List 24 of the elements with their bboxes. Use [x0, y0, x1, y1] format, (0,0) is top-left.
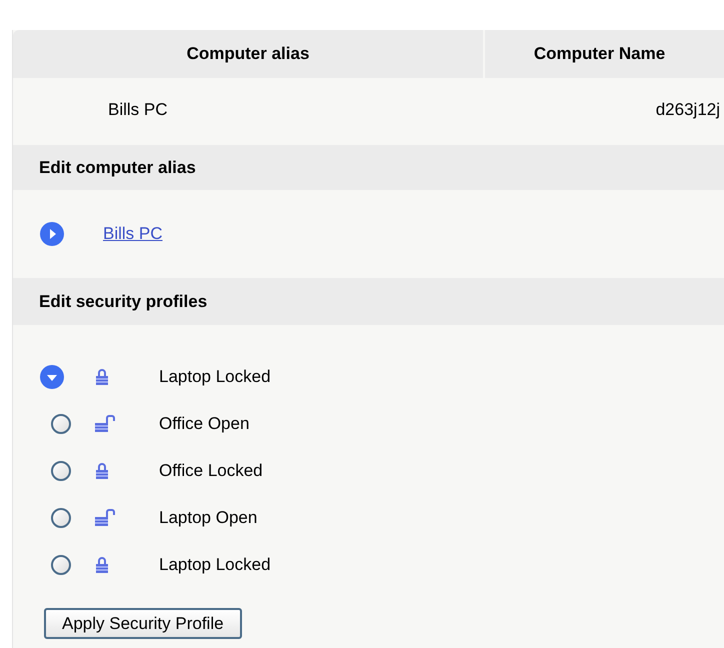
column-header: Computer alias [186, 43, 310, 66]
profile-label: Office Open [159, 412, 250, 435]
play-icon [39, 221, 65, 247]
profile-label: Laptop Locked [159, 366, 271, 388]
locked-padlock-icon [93, 556, 111, 574]
selected-radio[interactable] [39, 364, 65, 390]
section-header: Edit computer alias [13, 145, 724, 190]
locked-padlock-icon [93, 368, 111, 386]
profile-label: Laptop Locked [159, 554, 271, 576]
column-header: Computer Name [483, 30, 724, 78]
locked-padlock-icon [93, 462, 111, 480]
radio-button[interactable] [51, 554, 71, 574]
table-cell-text: d263j12j [654, 98, 721, 121]
radio-button[interactable] [51, 414, 71, 434]
radio-button[interactable] [51, 460, 71, 480]
profile-label: Office Locked [159, 460, 263, 482]
profile-label: Laptop Open [159, 506, 258, 529]
table-cell-text: Bills PC [107, 98, 169, 121]
radio-button[interactable] [51, 508, 71, 528]
unlocked-padlock-icon [93, 508, 117, 526]
unlocked-padlock-icon [93, 414, 117, 432]
section-header: Edit security profiles [13, 278, 724, 325]
apply-button[interactable]: Apply Security Profile [44, 608, 242, 639]
alias-link[interactable]: Bills PC [103, 221, 163, 247]
